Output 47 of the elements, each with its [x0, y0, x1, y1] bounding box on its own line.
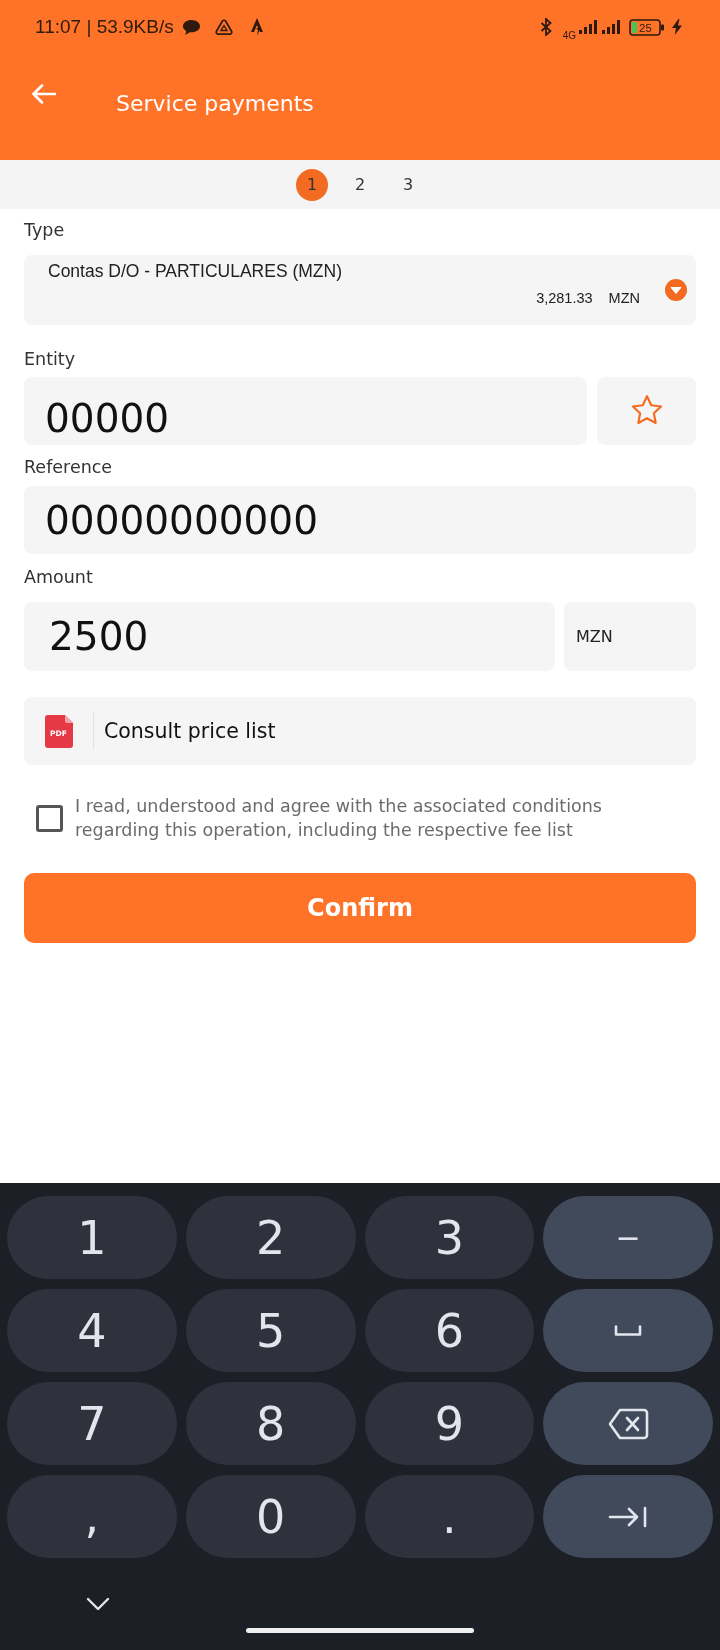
- signal-icon: [602, 20, 620, 34]
- balance-currency: MZN: [608, 289, 640, 308]
- account-select[interactable]: Contas D/O - PARTICULARES (MZN) 3,281.33 MZN: [24, 255, 696, 325]
- amount-field[interactable]: 2500: [24, 602, 555, 671]
- keyboard-key[interactable]: 4: [7, 1289, 177, 1372]
- entity-field[interactable]: 00000: [24, 377, 587, 445]
- keyboard-key[interactable]: −: [543, 1196, 713, 1279]
- keyboard-key[interactable]: ,: [7, 1475, 177, 1558]
- keyboard-key[interactable]: 3: [364, 1196, 535, 1279]
- keyboard-key[interactable]: .: [364, 1475, 535, 1558]
- chevron-down-icon[interactable]: [86, 1597, 110, 1611]
- step-indicator: 1: [296, 168, 328, 201]
- chat-bubble-icon: [182, 19, 200, 35]
- field-label: Amount: [24, 566, 93, 588]
- keyboard-key[interactable]: 5: [185, 1289, 356, 1372]
- signal-icon: [579, 20, 597, 34]
- space-bar-icon: [614, 1324, 643, 1337]
- keyboard-key[interactable]: 9: [364, 1382, 535, 1465]
- account-name: Contas D/O - PARTICULARES (MZN): [48, 261, 342, 281]
- step-indicator: 3: [401, 174, 415, 196]
- field-label: Reference: [24, 456, 113, 478]
- bluetooth-icon: [539, 18, 552, 36]
- field-label: Type: [24, 219, 65, 241]
- keyboard-key[interactable]: 6: [364, 1289, 535, 1372]
- backspace-icon: [607, 1407, 649, 1440]
- peak-bolt-icon: [249, 18, 264, 36]
- network-type-label: 4G: [562, 30, 576, 41]
- status-time-speed: 11:07 | 53.9KB/s: [35, 16, 174, 38]
- keyboard-key[interactable]: 0: [185, 1475, 356, 1558]
- page-title: Service payments: [116, 90, 314, 116]
- field-label: Entity: [24, 348, 76, 370]
- reference-field[interactable]: 00000000000: [24, 486, 696, 554]
- arrow-to-bar-icon: [608, 1505, 649, 1528]
- keyboard-key[interactable]: 1: [7, 1196, 177, 1279]
- battery-indicator: 25: [629, 18, 665, 36]
- keyboard-key[interactable]: 8: [185, 1382, 356, 1465]
- dropdown-caret-icon: [665, 279, 687, 301]
- keyboard-key[interactable]: 7: [7, 1382, 177, 1465]
- step-indicator: 2: [353, 174, 367, 196]
- terms-checkbox[interactable]: [36, 805, 63, 832]
- terms-text: I read, understood and agree with the associated conditions regarding this operation, including the respective fee list: [75, 795, 603, 842]
- currency-field: MZN: [564, 602, 696, 671]
- favorite-button[interactable]: [597, 377, 696, 445]
- back-arrow-icon[interactable]: [32, 84, 56, 104]
- triangle-icon: [214, 19, 233, 35]
- keyboard-key[interactable]: 2: [185, 1196, 356, 1279]
- account-balance: 3,281.33: [536, 289, 593, 308]
